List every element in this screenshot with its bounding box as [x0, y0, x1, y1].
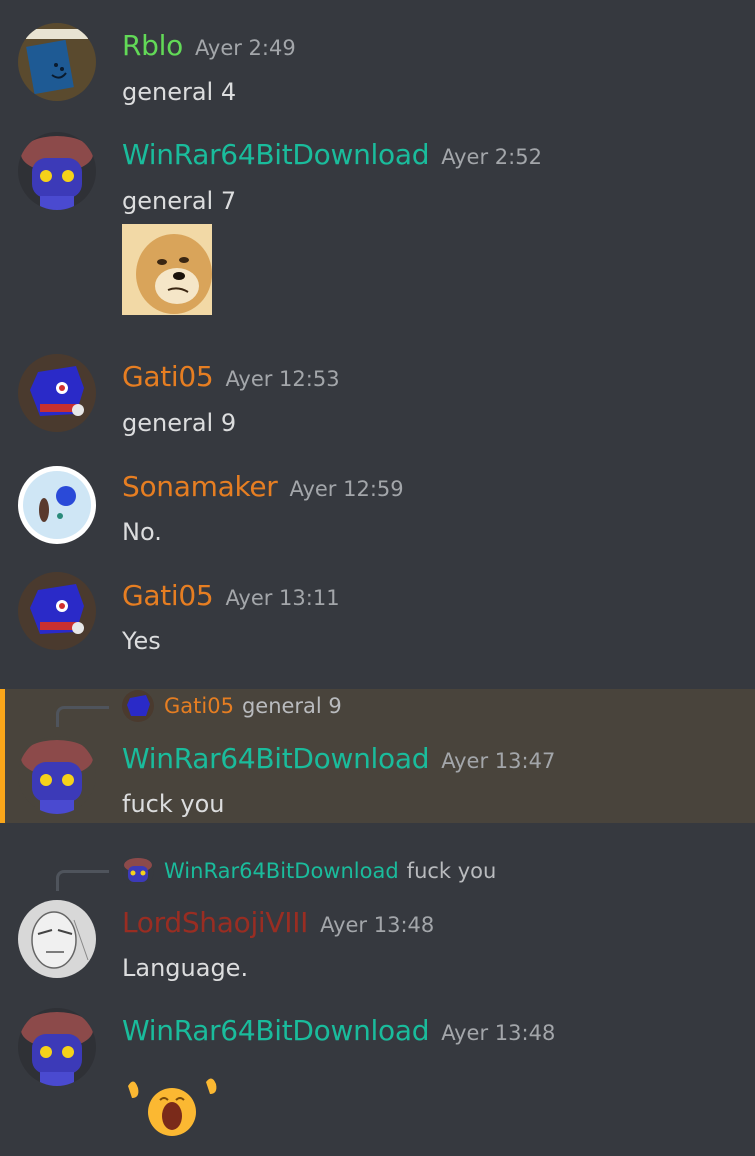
username-text[interactable]: WinRar64BitDownload [122, 742, 429, 775]
username-text[interactable]: Rblo [122, 29, 183, 62]
mention-bar [0, 689, 5, 823]
reply-avatar [122, 690, 154, 722]
avatar-gati[interactable] [18, 572, 96, 650]
doge-image[interactable] [122, 224, 212, 315]
username[interactable]: Gati05 Ayer 12:53 [122, 360, 340, 396]
username-text[interactable]: WinRar64BitDownload [122, 138, 429, 171]
avatar-sonamaker[interactable] [18, 466, 96, 544]
timestamp: Ayer 12:59 [289, 477, 404, 501]
reply-username[interactable]: Gati05 [164, 692, 234, 720]
reply-text[interactable]: fuck you [407, 857, 497, 885]
username[interactable]: WinRar64BitDownload Ayer 2:52 [122, 138, 542, 174]
timestamp: Ayer 2:49 [194, 36, 296, 60]
reply-reference[interactable]: Gati05 general 9 [122, 690, 342, 722]
username-text[interactable]: WinRar64BitDownload [122, 1014, 429, 1047]
timestamp: Ayer 13:11 [225, 586, 340, 610]
reply-text[interactable]: general 9 [242, 692, 342, 720]
reply-reference[interactable]: WinRar64BitDownload fuck you [122, 855, 496, 887]
timestamp: Ayer 13:48 [441, 1021, 556, 1045]
timestamp: Ayer 13:47 [441, 749, 556, 773]
message-text: fuck you [122, 790, 225, 818]
reply-connector [56, 706, 109, 727]
username[interactable]: Sonamaker Ayer 12:59 [122, 470, 404, 506]
reply-connector [56, 870, 109, 891]
username[interactable]: WinRar64BitDownload Ayer 13:48 [122, 1014, 555, 1050]
message-text: general 4 [122, 78, 237, 106]
avatar-rblo[interactable] [18, 23, 96, 101]
avatar-lordshaoji[interactable] [18, 900, 96, 978]
reply-avatar [122, 855, 154, 887]
avatar-gati[interactable] [18, 354, 96, 432]
timestamp: Ayer 13:48 [320, 913, 435, 937]
username-text[interactable]: Sonamaker [122, 470, 278, 503]
username-text[interactable]: Gati05 [122, 360, 214, 393]
timestamp: Ayer 12:53 [225, 367, 340, 391]
username[interactable]: Gati05 Ayer 13:11 [122, 579, 340, 615]
username[interactable]: WinRar64BitDownload Ayer 13:47 [122, 742, 555, 778]
username[interactable]: Rblo Ayer 2:49 [122, 29, 296, 65]
timestamp: Ayer 2:52 [441, 145, 542, 169]
username[interactable]: LordShaojiVIII Ayer 13:48 [122, 906, 434, 942]
screaming-face-emoji[interactable] [122, 1072, 222, 1142]
message-text: Language. [122, 954, 249, 982]
message-text: general 9 [122, 409, 237, 437]
avatar-winrar[interactable] [18, 1008, 96, 1086]
username-text[interactable]: LordShaojiVIII [122, 906, 308, 939]
avatar-winrar[interactable] [18, 736, 96, 814]
message-text: Yes [122, 627, 161, 655]
username-text[interactable]: Gati05 [122, 579, 214, 612]
message-text: No. [122, 518, 162, 546]
message-text: general 7 [122, 187, 237, 215]
reply-username[interactable]: WinRar64BitDownload [164, 857, 399, 885]
avatar-winrar[interactable] [18, 132, 96, 210]
